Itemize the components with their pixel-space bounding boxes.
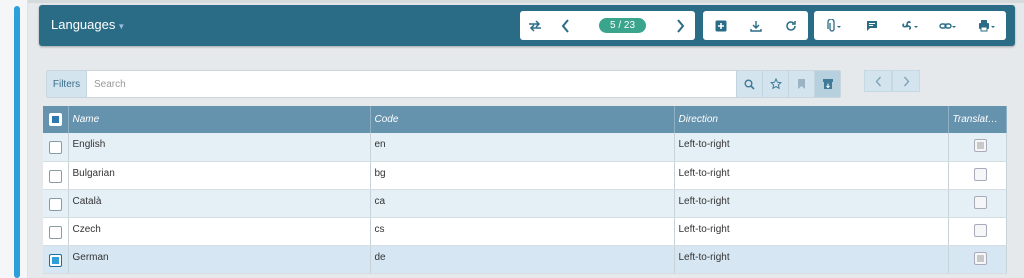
cell-name: Bulgarian [68,161,371,190]
pager: 5 / 23 [580,18,665,33]
page-title-text: Languages [51,17,116,32]
cell-name: Czech [68,217,371,246]
pager-badge: 5 / 23 [598,18,647,33]
search-icon[interactable] [736,71,762,97]
page-navigation [864,70,920,92]
table-row[interactable]: German de Left-to-right [43,245,1007,274]
cell-code: en [370,133,675,162]
translatable-checkbox [973,139,987,152]
filters-button[interactable]: Filters [47,71,87,97]
row-select-cell [43,217,69,246]
page-title[interactable]: Languages ▼ [51,17,125,32]
row-checkbox[interactable] [49,141,62,154]
cell-translatable [948,217,1007,246]
translatable-checkbox [973,167,987,181]
tools-group [814,11,1006,40]
refresh-icon[interactable] [776,11,806,40]
row-select-cell [43,245,69,274]
cell-direction: Left-to-right [674,161,949,190]
bookmark-icon[interactable] [788,71,814,97]
table-row[interactable]: Català ca Left-to-right [43,189,1007,218]
prev-page-icon[interactable] [864,70,892,92]
scroll-indicator[interactable] [14,6,20,278]
attachment-icon[interactable] [818,11,848,40]
prev-record-icon[interactable] [550,11,580,40]
title-caret-icon: ▼ [117,22,126,31]
column-header-translatable[interactable]: Translat… [948,106,1007,133]
translatable-checkbox [973,251,987,265]
translatable-checkbox [973,223,987,237]
view-header: Languages ▼ 5 / 23 [39,5,1015,46]
cell-direction: Left-to-right [674,133,949,162]
left-rail [0,0,28,278]
row-checkbox[interactable] [49,169,62,183]
table-row[interactable]: English en Left-to-right [43,133,1007,162]
cell-translatable [948,161,1007,190]
row-select-cell [43,133,69,162]
record-navigation: 5 / 23 [520,11,695,40]
archive-icon[interactable] [814,71,840,97]
column-header-direction[interactable]: Direction [674,106,949,133]
select-all-checkbox[interactable] [49,112,62,126]
top-strip [28,0,1024,3]
fan-icon[interactable] [895,11,925,40]
row-checkbox[interactable] [49,197,62,211]
next-page-icon[interactable] [892,70,920,92]
swap-icon[interactable] [520,11,550,40]
table-header-row: Name Code Direction Translat… [43,106,1007,133]
cell-direction: Left-to-right [674,245,949,274]
row-select-cell [43,161,69,190]
star-icon[interactable] [762,71,788,97]
print-icon[interactable] [972,11,1002,40]
search-bar: Filters [46,70,841,98]
next-record-icon[interactable] [665,11,695,40]
table-body: English en Left-to-right Bulgarian bg Left-to… [43,133,1007,274]
cell-code: cs [370,217,675,246]
cell-name: Català [68,189,371,218]
select-all-cell [43,106,69,133]
search-input[interactable] [87,71,736,97]
languages-table: Name Code Direction Translat… English en L… [43,106,1007,274]
cell-name: English [68,133,371,162]
cell-code: ca [370,189,675,218]
row-checkbox[interactable] [49,253,62,267]
cell-name: German [68,245,371,274]
cell-translatable [948,189,1007,218]
column-header-name[interactable]: Name [68,106,371,133]
cell-code: de [370,245,675,274]
cell-code: bg [370,161,675,190]
record-actions [703,11,808,40]
table-row[interactable]: Bulgarian bg Left-to-right [43,161,1007,190]
table-row[interactable]: Czech cs Left-to-right [43,217,1007,246]
cell-translatable [948,245,1007,274]
download-icon[interactable] [741,11,771,40]
translatable-checkbox [973,195,987,209]
cell-translatable [948,133,1007,162]
cell-direction: Left-to-right [674,189,949,218]
row-checkbox[interactable] [49,225,62,239]
cell-direction: Left-to-right [674,217,949,246]
row-select-cell [43,189,69,218]
link-icon[interactable] [933,11,963,40]
comment-icon[interactable] [857,11,887,40]
add-icon[interactable] [706,11,736,40]
column-header-code[interactable]: Code [370,106,675,133]
